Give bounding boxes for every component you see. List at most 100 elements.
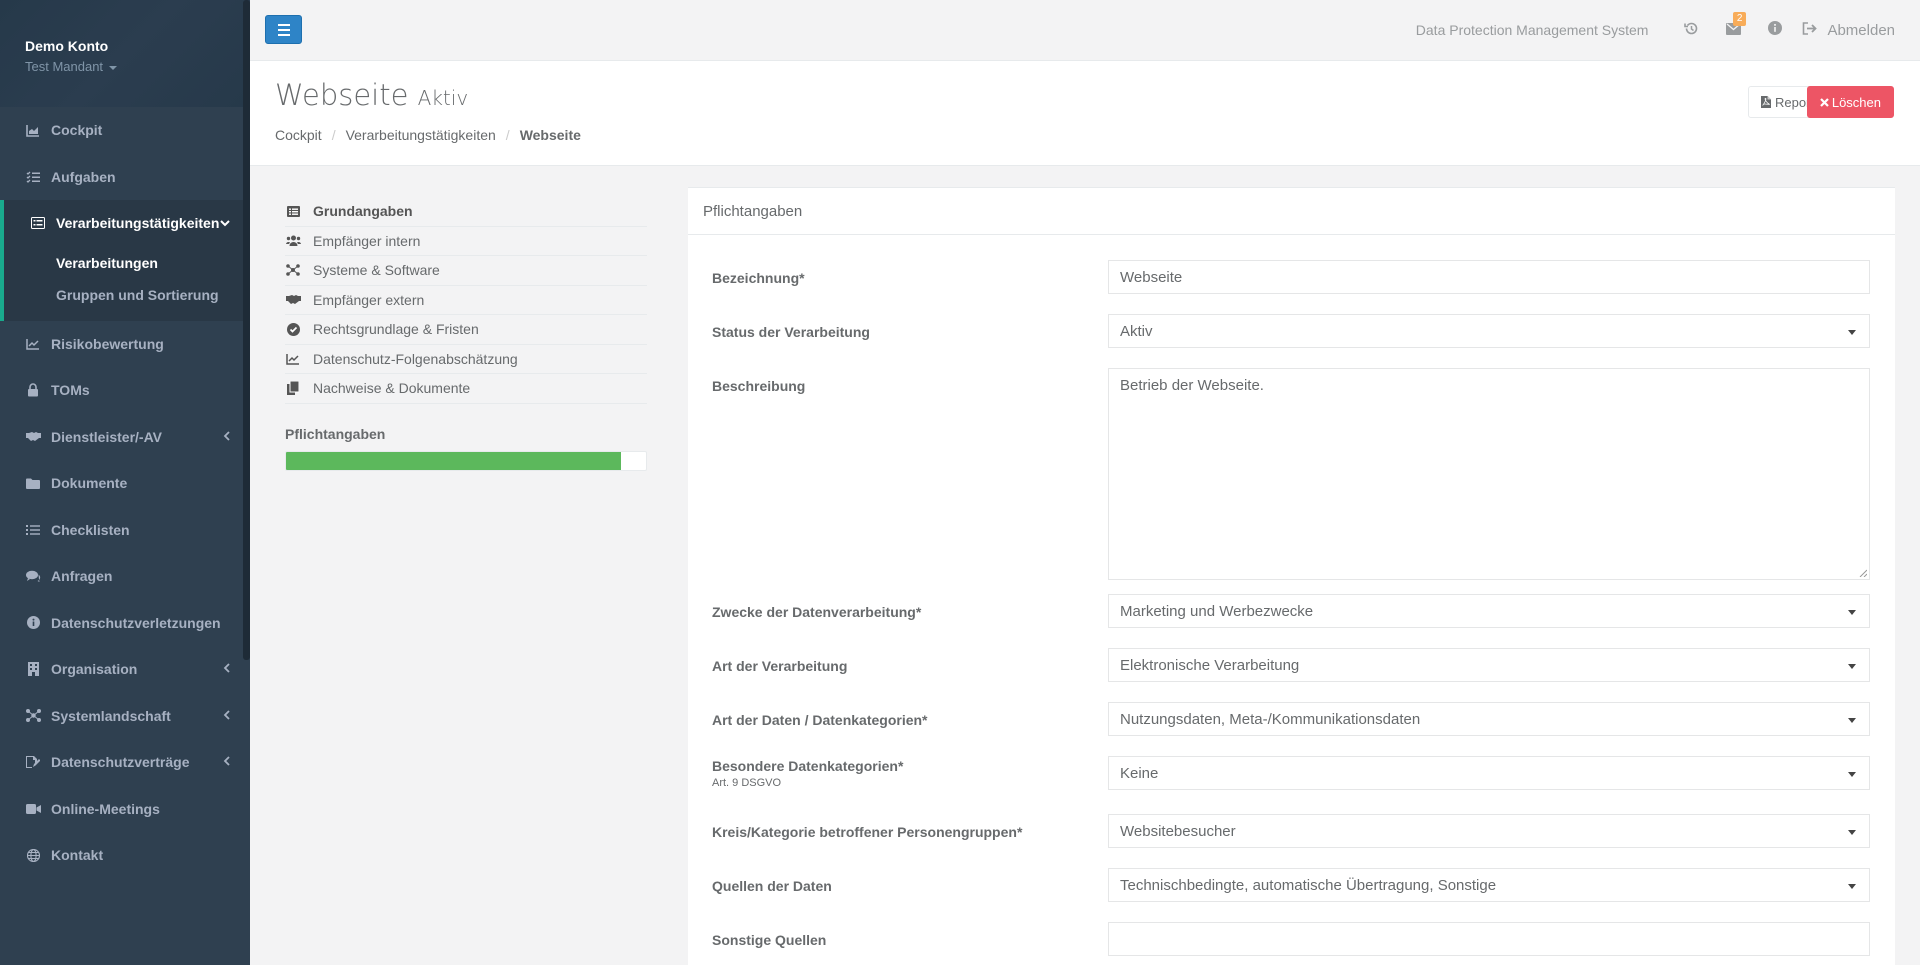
info-circle-icon [25,615,41,631]
file-pdf-icon [1760,96,1771,108]
delete-label: Löschen [1831,94,1881,110]
list-icon [25,522,41,538]
sidebar-item-verarbeitungstaetigkeiten[interactable]: Verarbeitungstätigkeiten [4,200,250,247]
field-label: Zwecke der Datenverarbeitung* [712,604,922,620]
sidebar-item-label: Organisation [51,661,138,678]
sidebar-item-label: Kontakt [51,847,104,864]
hamburger-line [277,33,290,36]
sidebar-item-label: Aufgaben [51,168,116,185]
sidebar-item-dokumente[interactable]: Dokumente [0,460,250,507]
messages-button[interactable]: 2 [1712,0,1754,60]
sidebar-scrollbar[interactable] [243,0,250,660]
status-select[interactable]: Aktiv [1108,314,1870,348]
section-item-dsfa[interactable]: Datenschutz-Folgenabschätzung [285,345,647,374]
section-item-empfaenger-extern[interactable]: Empfänger extern [285,286,647,315]
sidebar-item-online-meetings[interactable]: Online-Meetings [0,786,250,833]
delete-button[interactable]: Löschen [1806,86,1894,118]
field-label: Status der Verarbeitung [712,324,870,340]
bezeichnung-input[interactable]: Webseite [1108,260,1870,294]
info-button[interactable] [1754,0,1796,60]
breadcrumb-item-current: Webseite [519,127,581,143]
section-item-rechtsgrundlage[interactable]: Rechtsgrundlage & Fristen [285,315,647,345]
top-right-area: Data Protection Management System 2 Abme… [1416,0,1895,60]
section-item-label: Systeme & Software [313,262,440,279]
sidebar-item-risikobewertung[interactable]: Risikobewertung [0,321,250,368]
close-icon [1820,97,1829,107]
sidebar-item-label: TOMs [51,382,90,399]
sidebar-item-kontakt[interactable]: Kontakt [0,832,250,879]
form-panel: Pflichtangaben Bezeichnung* Webseite Sta… [688,187,1895,965]
tenant-dropdown[interactable]: Test Mandant [25,59,225,74]
field-label-text: Besondere Datenkategorien* [712,758,904,774]
menu-toggle-button[interactable] [265,15,302,44]
breadcrumb-item-cockpit[interactable]: Cockpit [275,127,322,143]
page-title-text: Webseite [275,78,409,112]
field-label: Art der Daten / Datenkategorien* [712,712,928,728]
signature-icon [25,754,41,770]
building-icon [25,661,41,677]
logout-label: Abmelden [1827,21,1895,39]
section-item-empfaenger-intern[interactable]: Empfänger intern [285,227,647,256]
caret-down-icon [109,65,118,70]
hamburger-line [277,28,290,31]
comments-icon [25,568,41,584]
info-circle-icon [1768,21,1783,39]
profile-name: Demo Konto [25,38,109,54]
video-icon [25,801,41,817]
sidebar-item-checklisten[interactable]: Checklisten [0,507,250,554]
textarea-value: Betrieb der Webseite. [1120,377,1264,394]
sidebar-item-datenschutzverletzungen[interactable]: Datenschutzverletzungen [0,600,250,647]
beschreibung-textarea[interactable]: Betrieb der Webseite. [1108,368,1870,580]
folder-icon [25,475,41,491]
sidebar-subitem-verarbeitungen[interactable]: Verarbeitungen [4,247,250,279]
network-icon [25,708,41,724]
field-label: Besondere Datenkategorien* Art. 9 DSGVO [712,758,903,789]
sidebar-item-cockpit[interactable]: Cockpit [0,107,250,154]
list-alt-icon [285,205,301,217]
breadcrumb-separator: / [331,127,336,143]
sidebar-item-dienstleister[interactable]: Dienstleister/-AV [0,414,250,461]
section-item-grundangaben[interactable]: Grundangaben [285,197,647,227]
page-title: Webseite Aktiv [275,78,468,112]
chevron-down-icon [220,216,230,230]
sidebar-item-label: Datenschutzverletzungen [51,614,221,631]
list-alt-icon [30,215,46,231]
section-item-label: Nachweise & Dokumente [313,380,471,397]
check-circle-icon [285,322,301,336]
sidebar-item-label: Systemlandschaft [51,707,171,724]
section-item-label: Empfänger extern [313,291,425,308]
datenkategorien-select[interactable]: Nutzungsdaten, Meta-/Kommunikationsdaten [1108,702,1870,736]
art-verarbeitung-select[interactable]: Elektronische Verarbeitung [1108,648,1870,682]
sidebar-item-organisation[interactable]: Organisation [0,646,250,693]
personengruppen-select[interactable]: Websitebesucher [1108,814,1870,848]
breadcrumb-item-verarbeitungstaetigkeiten[interactable]: Verarbeitungstätigkeiten [346,127,496,143]
field-label: Kreis/Kategorie betroffener Personengrup… [712,824,1023,840]
quellen-select[interactable]: Technischbedingte, automatische Übertrag… [1108,868,1870,902]
zwecke-select[interactable]: Marketing und Werbezwecke [1108,594,1870,628]
field-label: Sonstige Quellen [712,932,827,948]
sidebar-item-datenschutzvertraege[interactable]: Datenschutzverträge [0,739,250,786]
sidebar-group-verarbeitungstaetigkeiten: Verarbeitungstätigkeiten Verarbeitungen … [0,200,250,321]
sidebar-item-anfragen[interactable]: Anfragen [0,553,250,600]
sidebar-item-label: Verarbeitungstätigkeiten [56,215,220,232]
sonstige-quellen-input[interactable] [1108,922,1870,956]
logout-link[interactable]: Abmelden [1802,22,1895,39]
messages-count-badge: 2 [1732,12,1747,26]
sidebar-item-systemlandschaft[interactable]: Systemlandschaft [0,693,250,740]
field-label: Beschreibung [712,378,806,394]
sidebar-item-toms[interactable]: TOMs [0,367,250,414]
section-item-systeme-software[interactable]: Systeme & Software [285,256,647,286]
resize-handle-icon[interactable] [1859,569,1867,577]
section-item-nachweise[interactable]: Nachweise & Dokumente [285,374,647,404]
history-button[interactable] [1670,0,1712,60]
sidebar-item-label: Risikobewertung [51,335,164,352]
line-chart-icon [285,353,301,365]
besondere-kategorien-select[interactable]: Keine [1108,756,1870,790]
sidebar-item-aufgaben[interactable]: Aufgaben [0,154,250,201]
progress-label: Pflichtangaben [285,425,386,442]
sidebar-item-label: Dienstleister/-AV [51,428,162,445]
panel-title: Pflichtangaben [688,188,1895,235]
sidebar-subitem-gruppen[interactable]: Gruppen und Sortierung [4,279,250,311]
sidebar-item-label: Dokumente [51,475,128,492]
lock-icon [25,382,41,398]
